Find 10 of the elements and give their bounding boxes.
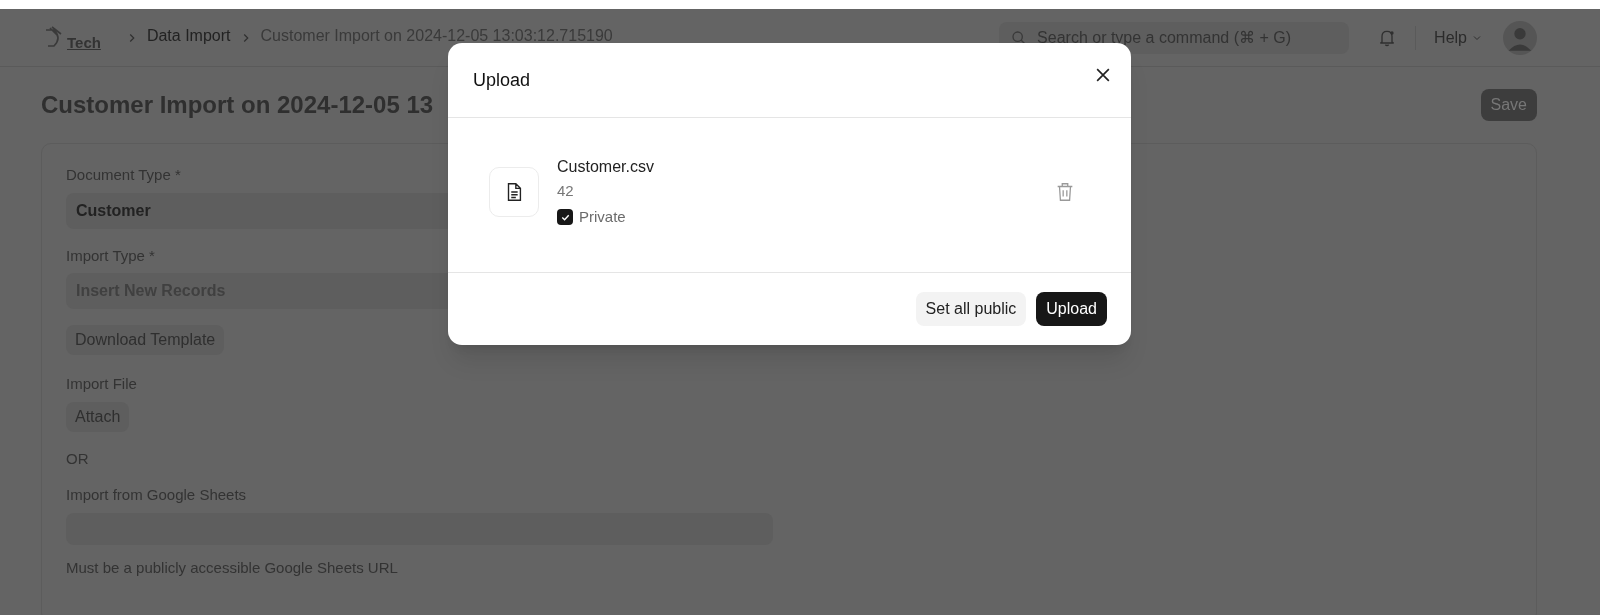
checkbox-label: Private (579, 207, 626, 227)
private-checkbox[interactable] (557, 209, 573, 226)
dialog-title: Upload (473, 68, 531, 92)
help-dropdown[interactable]: Help (1415, 25, 1483, 50)
set-all-public-button[interactable]: Set all public (915, 292, 1027, 326)
avatar-icon[interactable] (1503, 20, 1537, 55)
breadcrumb-link[interactable]: Data Import (146, 23, 231, 48)
save-button[interactable]: Save (1480, 89, 1537, 121)
file-name: Customer.csv (557, 157, 655, 177)
upload-button[interactable]: Upload (1036, 292, 1107, 326)
